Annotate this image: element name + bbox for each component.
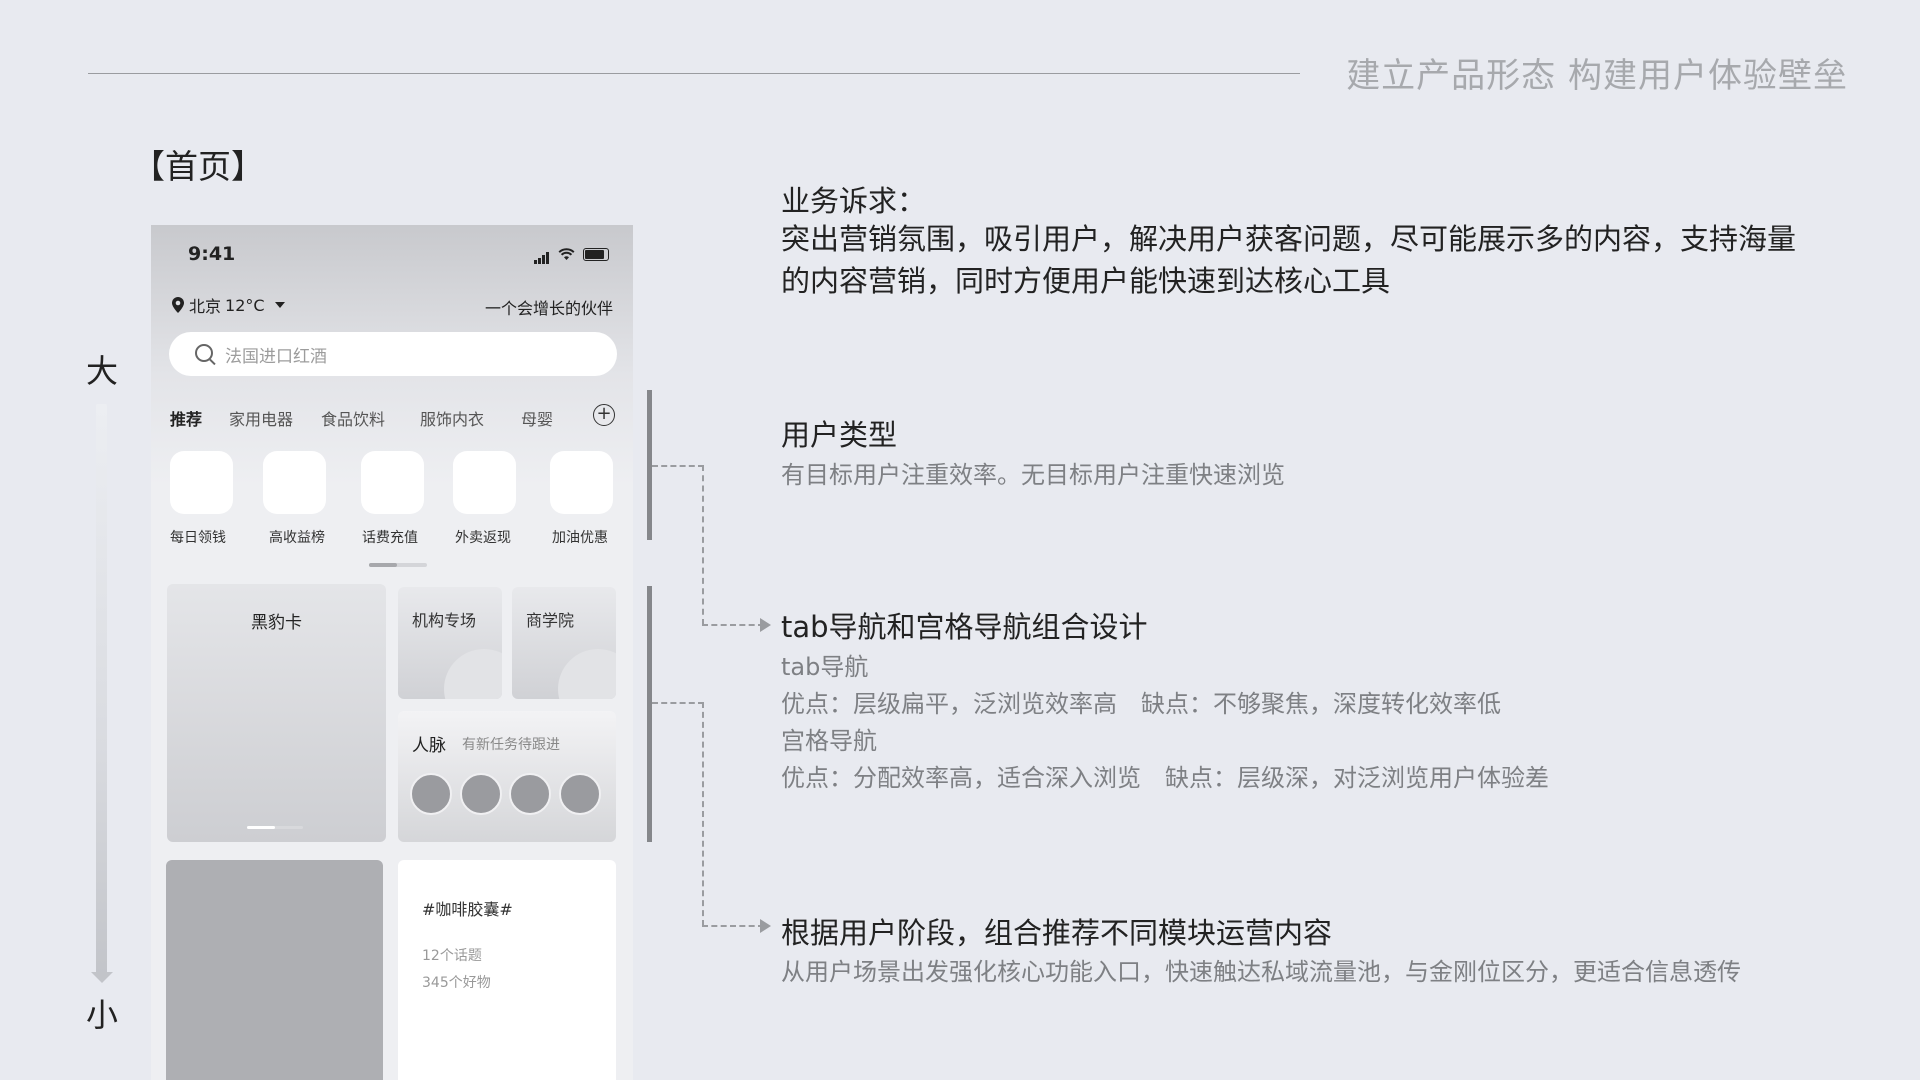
tab-food-drink[interactable]: 食品饮料 xyxy=(321,406,385,430)
scale-label-big: 大 xyxy=(86,352,119,390)
location-pin-icon xyxy=(172,297,184,313)
business-line2: 的内容营销，同时方便用户能快速到达核心工具 xyxy=(781,264,1391,298)
grid-item-phone-recharge[interactable] xyxy=(361,451,424,514)
scale-arrow-icon xyxy=(91,972,113,983)
arrow-right-icon xyxy=(760,919,771,933)
wifi-icon xyxy=(558,248,575,260)
card-connections-title: 人脉 xyxy=(412,736,446,756)
feed-topic-card[interactable]: #咖啡胶囊# 12个话题 345个好物 xyxy=(398,860,616,1080)
add-tab-icon[interactable]: + xyxy=(593,404,615,426)
grid-label: 话费充值 xyxy=(362,530,418,546)
arrow-right-icon xyxy=(760,618,771,632)
search-bar[interactable]: 法国进口红酒 xyxy=(169,332,617,376)
card-black-panther-label: 黑豹卡 xyxy=(251,613,302,633)
connector-line xyxy=(702,702,704,926)
avatar[interactable] xyxy=(410,773,452,815)
grid-label: 外卖返现 xyxy=(455,530,511,546)
bracket-module-region xyxy=(647,586,652,842)
grid-item-high-yield[interactable] xyxy=(263,451,326,514)
page-title: 建立产品形态 构建用户体验壁垒 xyxy=(1346,56,1848,96)
grid-page-indicator-active xyxy=(369,563,397,567)
avatar[interactable] xyxy=(509,773,551,815)
stage-title: 根据用户阶段，组合推荐不同模块运营内容 xyxy=(781,916,1333,950)
section-title: 【首页】 xyxy=(132,147,264,186)
card-connections-subtitle: 有新任务待跟进 xyxy=(462,737,560,753)
scale-label-small: 小 xyxy=(86,996,119,1034)
topic-count: 12个话题 xyxy=(422,948,482,964)
header-divider xyxy=(88,73,1300,74)
slogan: 一个会增长的伙伴 xyxy=(484,299,613,318)
chevron-down-icon xyxy=(274,302,285,308)
nav-title: tab导航和宫格导航组合设计 xyxy=(781,610,1148,644)
grid-item-takeout-cashback[interactable] xyxy=(453,451,516,514)
phone-mockup: 9:41 北京 12°C 一个会增长的伙伴 法国进口红酒 推荐 家用电器 食品饮… xyxy=(151,225,633,1080)
business-title: 业务诉求： xyxy=(781,184,927,218)
card-institution-label: 机构专场 xyxy=(412,611,477,630)
tab-nav-pros-cons: 优点：层级扁平，泛浏览效率高 缺点：不够聚焦，深度转化效率低 xyxy=(781,690,1501,718)
card-decoration xyxy=(558,649,616,699)
grid-label: 高收益榜 xyxy=(269,530,325,546)
search-placeholder: 法国进口红酒 xyxy=(225,347,327,367)
card-business-school-label: 商学院 xyxy=(526,611,575,630)
scale-bar xyxy=(96,404,107,976)
connector-line xyxy=(702,925,764,927)
feed-image-card[interactable] xyxy=(166,860,383,1080)
avatar[interactable] xyxy=(460,773,502,815)
stage-body: 从用户场景出发强化核心功能入口，快速触达私域流量池，与金刚位区分，更适合信息透传 xyxy=(781,958,1741,986)
avatar[interactable] xyxy=(559,773,601,815)
location-selector[interactable]: 北京 12°C xyxy=(171,293,285,317)
search-icon xyxy=(195,344,213,362)
topic-goods-count: 345个好物 xyxy=(422,975,491,991)
connector-line xyxy=(652,465,704,467)
grid-item-daily-money[interactable] xyxy=(170,451,233,514)
grid-item-fuel-discount[interactable] xyxy=(550,451,613,514)
user-type-body: 有目标用户注重效率。无目标用户注重快速浏览 xyxy=(781,461,1285,489)
status-icons xyxy=(534,245,609,264)
signal-icon xyxy=(534,245,550,264)
grid-nav-pros-cons: 优点：分配效率高，适合深入浏览 缺点：层级深，对泛浏览用户体验差 xyxy=(781,764,1549,792)
location-city: 北京 xyxy=(189,297,222,316)
topic-title: #咖啡胶囊# xyxy=(422,900,513,919)
status-time: 9:41 xyxy=(188,243,236,265)
tab-home-appliance[interactable]: 家用电器 xyxy=(229,406,293,430)
location-temp: 12°C xyxy=(225,295,265,315)
user-type-title: 用户类型 xyxy=(781,418,898,452)
card-institution[interactable]: 机构专场 xyxy=(398,587,502,699)
grid-nav-label: 宫格导航 xyxy=(781,727,877,755)
tab-nav-label: tab导航 xyxy=(781,653,869,681)
tab-apparel[interactable]: 服饰内衣 xyxy=(420,406,484,430)
card-connections[interactable]: 人脉 有新任务待跟进 xyxy=(398,711,616,842)
card-decoration xyxy=(444,649,502,699)
business-line1: 突出营销氛围，吸引用户，解决用户获客问题，尽可能展示多的内容，支持海量 xyxy=(781,222,1797,256)
grid-label: 每日领钱 xyxy=(170,530,226,546)
connector-line xyxy=(652,702,704,704)
tab-maternal[interactable]: 母婴 xyxy=(521,406,553,430)
connector-line xyxy=(702,465,704,625)
battery-icon xyxy=(583,248,609,261)
carousel-indicator-active xyxy=(247,826,275,829)
card-business-school[interactable]: 商学院 xyxy=(512,587,616,699)
grid-label: 加油优惠 xyxy=(552,530,608,546)
tab-recommend[interactable]: 推荐 xyxy=(170,406,202,430)
card-black-panther[interactable]: 黑豹卡 xyxy=(167,584,386,842)
connector-line xyxy=(702,624,764,626)
